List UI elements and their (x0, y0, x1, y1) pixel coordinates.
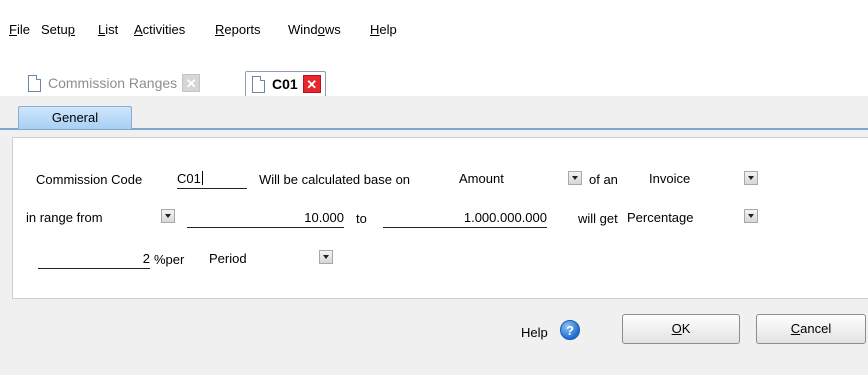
text-cursor (201, 171, 203, 185)
chevron-down-icon[interactable] (744, 209, 758, 223)
range-type-select[interactable]: in range from (26, 209, 156, 227)
tab-label: Commission Ranges (48, 75, 178, 91)
menu-list[interactable]: List (98, 22, 118, 37)
chevron-down-icon[interactable] (319, 250, 333, 264)
period-select[interactable]: Period (209, 250, 313, 268)
tab-label: C01 (272, 76, 298, 92)
type-select[interactable]: Percentage (627, 209, 737, 227)
menu-activities[interactable]: Activities (134, 22, 185, 37)
commission-code-field[interactable]: C01 (177, 170, 247, 189)
to-label: to (356, 211, 367, 226)
tab-general[interactable]: General (18, 106, 132, 129)
rate-field[interactable]: 2 (38, 250, 150, 269)
calculated-label: Will be calculated base on (259, 172, 411, 187)
menu-windows[interactable]: Windows (288, 22, 341, 37)
commission-form-panel: Commission Code C01 Will be calculated b… (12, 137, 868, 299)
percent-per-label: %per (154, 252, 185, 267)
close-tab-icon[interactable]: ✕ (302, 75, 321, 93)
commission-code-label: Commission Code (36, 172, 143, 187)
of-an-label: of an (589, 172, 618, 187)
chevron-down-icon[interactable] (744, 171, 758, 185)
menu-file[interactable]: File (9, 22, 30, 37)
tab-commission-ranges[interactable]: Commission Ranges ✕ (22, 71, 204, 95)
menu-setup[interactable]: Setup (41, 22, 75, 37)
menu-bar: File Setup List Activities Reports Windo… (0, 0, 868, 63)
ok-button[interactable]: OK (622, 314, 740, 344)
cancel-button[interactable]: Cancel (756, 314, 866, 344)
range-from-field[interactable]: 10.000 (187, 209, 344, 228)
document-icon (28, 74, 41, 92)
close-tab-icon[interactable]: ✕ (182, 74, 201, 92)
menu-help[interactable]: Help (370, 22, 397, 37)
document-select[interactable]: Invoice (649, 170, 739, 188)
menu-reports[interactable]: Reports (215, 22, 261, 37)
section-tab-bar: General (0, 96, 868, 130)
help-icon[interactable]: ? (560, 320, 580, 340)
help-label: Help (521, 325, 548, 340)
base-select[interactable]: Amount (459, 170, 563, 188)
range-to-field[interactable]: 1.000.000.000 (383, 209, 547, 228)
document-tab-strip: Commission Ranges ✕ C01 ✕ (0, 62, 868, 97)
chevron-down-icon[interactable] (161, 209, 175, 223)
tab-c01[interactable]: C01 ✕ (245, 71, 326, 97)
chevron-down-icon[interactable] (568, 171, 582, 185)
document-icon (252, 75, 265, 93)
will-get-label: will get (578, 211, 618, 226)
